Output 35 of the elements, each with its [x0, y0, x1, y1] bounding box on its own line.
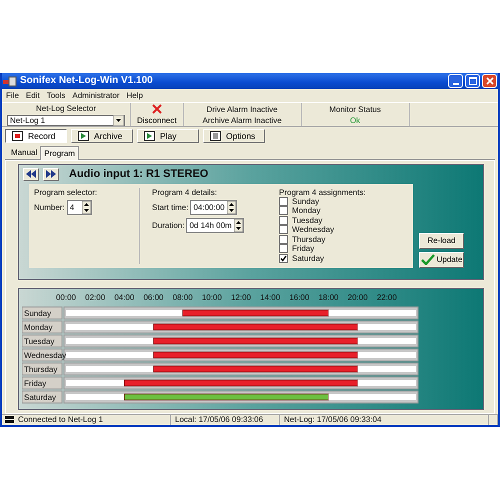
day-label: Friday — [24, 378, 46, 388]
status-text: Net-Log: 17/05/06 09:33:04 — [280, 414, 489, 425]
day-label: Wednesday — [24, 350, 66, 360]
day-label: Monday — [24, 322, 52, 332]
section-title: Program 4 assignments: — [279, 188, 366, 196]
day-label: Sunday — [24, 308, 52, 318]
selector-label: Net-Log Selector — [36, 104, 96, 113]
time-tick-label: 16:00 — [289, 292, 310, 302]
time-tick-label: 18:00 — [318, 292, 339, 302]
day-label: Thursday — [24, 364, 58, 374]
day-label: Tuesday — [24, 336, 54, 346]
section-title: Program 4 details: — [152, 188, 218, 196]
window-title: Sonifex Net-Log-Win V1.100 — [20, 75, 154, 86]
time-tick-label: 06:00 — [143, 292, 164, 302]
monitor-status-label: Monitor Status — [329, 104, 381, 114]
field-label: Duration: — [152, 220, 184, 230]
field-label: Start time: — [152, 202, 188, 212]
section-title: Program selector: — [34, 188, 98, 196]
status-text: Connected to Net-Log 1 — [14, 414, 171, 425]
time-tick-label: 08:00 — [172, 292, 193, 302]
alarm-status-text: Drive Alarm Inactive — [206, 104, 278, 114]
time-tick-label: 20:00 — [348, 292, 368, 302]
alarm-status-text: Archive Alarm Inactive — [202, 116, 282, 125]
monitor-status-value: Ok — [350, 116, 360, 125]
time-tick-label: 02:00 — [85, 292, 106, 302]
time-tick-label: 14:00 — [260, 292, 280, 302]
input-title: Audio input 1: R1 STEREO — [69, 168, 208, 180]
status-text: Local: 17/05/06 09:33:06 — [171, 414, 280, 425]
time-tick-label: 00:00 — [56, 292, 76, 302]
time-tick-label: 04:00 — [114, 292, 134, 302]
field-label: Number: — [34, 202, 65, 212]
time-tick-label: 12:00 — [230, 292, 252, 302]
time-tick-label: 22:00 — [376, 292, 397, 302]
time-tick-label: 10:00 — [202, 292, 222, 302]
day-label: Saturday — [24, 392, 56, 402]
